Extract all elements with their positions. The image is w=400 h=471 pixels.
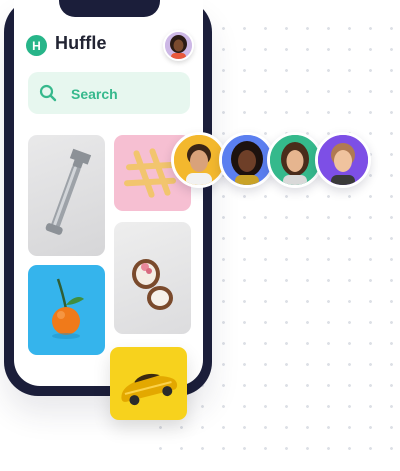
app-logo-icon: H — [26, 35, 47, 56]
coconut-photo[interactable] — [114, 222, 191, 334]
avatar-4[interactable] — [315, 132, 371, 188]
phone-mockup: H Huffle Search — [4, 0, 212, 396]
profile-avatar[interactable] — [163, 30, 194, 61]
search-bar[interactable]: Search — [28, 72, 190, 114]
wrench-photo[interactable] — [28, 135, 105, 256]
toy-car-photo[interactable] — [110, 347, 187, 420]
search-icon — [39, 84, 57, 102]
phone-notch — [59, 0, 160, 17]
search-label: Search — [71, 86, 118, 102]
app-screen: H Huffle Search — [14, 0, 203, 386]
tangerine-photo[interactable] — [28, 265, 105, 355]
app-title: Huffle — [55, 33, 107, 53]
